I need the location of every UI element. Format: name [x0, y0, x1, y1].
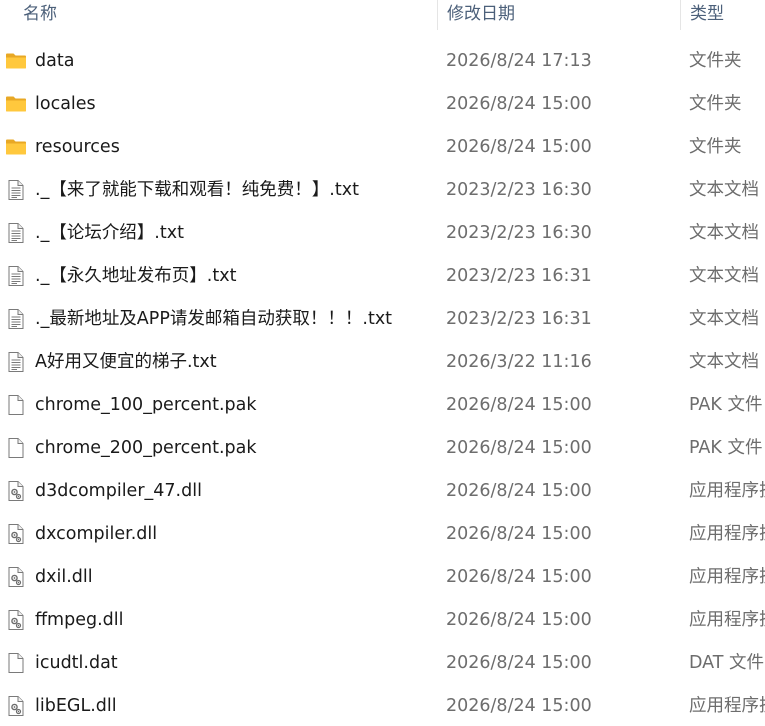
- file-type: 文件夹: [689, 137, 742, 157]
- file-name[interactable]: d3dcompiler_47.dll: [35, 470, 435, 513]
- blank-file-icon: [5, 394, 27, 416]
- file-date-modified: 2023/2/23 16:31: [446, 266, 592, 286]
- folder-icon: [5, 136, 27, 158]
- file-name[interactable]: ._【来了就能下载和观看！纯免费！】.txt: [35, 169, 435, 212]
- file-type: 文本文档: [689, 223, 759, 243]
- column-header-name[interactable]: 名称: [0, 0, 436, 30]
- file-row[interactable]: libEGL.dll 2026/8/24 15:00 应用程序扩展: [0, 685, 765, 726]
- file-date-modified: 2026/8/24 15:00: [446, 438, 592, 458]
- blank-file-icon: [5, 652, 27, 674]
- file-date-modified: 2026/8/24 15:00: [446, 567, 592, 587]
- file-name[interactable]: data: [35, 40, 435, 83]
- file-type: 文本文档: [689, 309, 759, 329]
- folder-icon: [5, 93, 27, 115]
- file-type: 文件夹: [689, 94, 742, 114]
- file-name[interactable]: dxcompiler.dll: [35, 513, 435, 556]
- text-file-icon: [5, 179, 27, 201]
- folder-icon: [5, 50, 27, 72]
- file-row[interactable]: A好用又便宜的梯子.txt 2026/3/22 11:16 文本文档: [0, 341, 765, 384]
- file-type: 文件夹: [689, 51, 742, 71]
- file-date-modified: 2026/8/24 15:00: [446, 395, 592, 415]
- file-date-modified: 2026/8/24 15:00: [446, 137, 592, 157]
- file-date-modified: 2023/2/23 16:30: [446, 180, 592, 200]
- file-row[interactable]: chrome_200_percent.pak 2026/8/24 15:00 PAK…: [0, 427, 765, 470]
- file-name[interactable]: A好用又便宜的梯子.txt: [35, 341, 435, 384]
- file-date-modified: 2026/8/24 15:00: [446, 653, 592, 673]
- file-type: DAT 文件: [689, 653, 765, 673]
- file-list: data 2026/8/24 17:13 文件夹 locales 2026/8/24 1…: [0, 40, 765, 726]
- file-type: PAK 文件: [689, 438, 763, 458]
- file-type: 文本文档: [689, 352, 759, 372]
- file-type: PAK 文件: [689, 395, 763, 415]
- file-row[interactable]: dxil.dll 2026/8/24 15:00 应用程序扩展: [0, 556, 765, 599]
- file-name[interactable]: libEGL.dll: [35, 685, 435, 726]
- file-type: 应用程序扩展: [689, 696, 765, 716]
- file-date-modified: 2026/8/24 15:00: [446, 524, 592, 544]
- file-date-modified: 2026/8/24 15:00: [446, 696, 592, 716]
- file-name[interactable]: chrome_100_percent.pak: [35, 384, 435, 427]
- file-name[interactable]: dxil.dll: [35, 556, 435, 599]
- file-name[interactable]: chrome_200_percent.pak: [35, 427, 435, 470]
- file-row[interactable]: icudtl.dat 2026/8/24 15:00 DAT 文件: [0, 642, 765, 685]
- file-date-modified: 2026/8/24 15:00: [446, 94, 592, 114]
- file-name[interactable]: ._【论坛介绍】.txt: [35, 212, 435, 255]
- file-name[interactable]: ffmpeg.dll: [35, 599, 435, 642]
- file-name[interactable]: ._【永久地址发布页】.txt: [35, 255, 435, 298]
- dll-file-icon: [5, 695, 27, 717]
- text-file-icon: [5, 222, 27, 244]
- file-date-modified: 2023/2/23 16:31: [446, 309, 592, 329]
- dll-file-icon: [5, 523, 27, 545]
- file-row[interactable]: ._【来了就能下载和观看！纯免费！】.txt 2023/2/23 16:30 文本文…: [0, 169, 765, 212]
- dll-file-icon: [5, 566, 27, 588]
- file-row[interactable]: ._最新地址及APP请发邮箱自动获取！！！.txt 2023/2/23 16:31…: [0, 298, 765, 341]
- file-name[interactable]: icudtl.dat: [35, 642, 435, 685]
- file-date-modified: 2026/8/24 15:00: [446, 481, 592, 501]
- file-row[interactable]: data 2026/8/24 17:13 文件夹: [0, 40, 765, 83]
- dll-file-icon: [5, 609, 27, 631]
- file-row[interactable]: d3dcompiler_47.dll 2026/8/24 15:00 应用程序扩展: [0, 470, 765, 513]
- file-type: 文本文档: [689, 266, 759, 286]
- file-row[interactable]: resources 2026/8/24 15:00 文件夹: [0, 126, 765, 169]
- file-row[interactable]: ._【论坛介绍】.txt 2023/2/23 16:30 文本文档: [0, 212, 765, 255]
- file-date-modified: 2026/8/24 17:13: [446, 51, 592, 71]
- blank-file-icon: [5, 437, 27, 459]
- file-type: 文本文档: [689, 180, 759, 200]
- file-date-modified: 2026/3/22 11:16: [446, 352, 592, 372]
- text-file-icon: [5, 265, 27, 287]
- file-row[interactable]: ._【永久地址发布页】.txt 2023/2/23 16:31 文本文档: [0, 255, 765, 298]
- file-type: 应用程序扩展: [689, 567, 765, 587]
- file-row[interactable]: locales 2026/8/24 15:00 文件夹: [0, 83, 765, 126]
- file-date-modified: 2023/2/23 16:30: [446, 223, 592, 243]
- text-file-icon: [5, 308, 27, 330]
- file-type: 应用程序扩展: [689, 481, 765, 501]
- text-file-icon: [5, 351, 27, 373]
- file-type: 应用程序扩展: [689, 610, 765, 630]
- file-row[interactable]: ffmpeg.dll 2026/8/24 15:00 应用程序扩展: [0, 599, 765, 642]
- file-date-modified: 2026/8/24 15:00: [446, 610, 592, 630]
- file-type: 应用程序扩展: [689, 524, 765, 544]
- column-header-date-modified[interactable]: 修改日期: [437, 0, 679, 30]
- column-header-type[interactable]: 类型: [680, 0, 765, 30]
- dll-file-icon: [5, 480, 27, 502]
- file-row[interactable]: chrome_100_percent.pak 2026/8/24 15:00 PAK…: [0, 384, 765, 427]
- column-header-bar: 名称 修改日期 类型: [0, 0, 765, 30]
- file-name[interactable]: locales: [35, 83, 435, 126]
- file-row[interactable]: dxcompiler.dll 2026/8/24 15:00 应用程序扩展: [0, 513, 765, 556]
- file-name[interactable]: resources: [35, 126, 435, 169]
- file-name[interactable]: ._最新地址及APP请发邮箱自动获取！！！.txt: [35, 298, 435, 341]
